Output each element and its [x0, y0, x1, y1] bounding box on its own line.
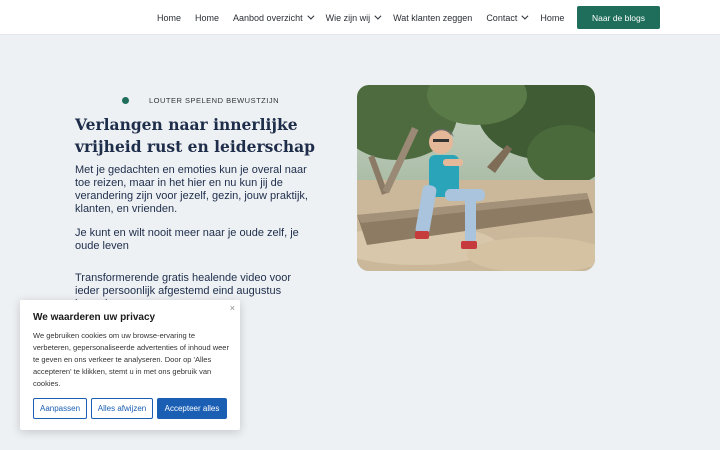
nav-item-aanbod-overzicht[interactable]: Aanbod overzicht [233, 12, 315, 23]
chevron-down-icon [306, 12, 315, 20]
main-nav: Home Home Aanbod overzicht Wie zijn wij … [157, 0, 578, 35]
hero-photo [357, 85, 595, 271]
nav-item-home-1[interactable]: Home [157, 13, 181, 23]
eyebrow-text: LOUTER SPELEND BEWUSTZIJN [149, 96, 280, 105]
nav-item-wie-zijn-wij[interactable]: Wie zijn wij [325, 12, 382, 23]
nav-item-label: Wie zijn wij [325, 12, 371, 23]
chevron-down-icon [521, 12, 529, 20]
nav-item-label: Wat klanten zeggen [393, 12, 473, 23]
cookie-body: We gebruiken cookies om uw browse-ervari… [33, 331, 229, 388]
reject-all-button[interactable]: Alles afwijzen [91, 398, 153, 419]
nav-item-label: Home [540, 12, 565, 23]
hero-eyebrow: LOUTER SPELEND BEWUSTZIJN [122, 96, 279, 105]
bullet-dot-icon [122, 97, 129, 104]
nav-item-home-2[interactable]: Home [195, 13, 219, 23]
blogs-button[interactable]: Naar de blogs [577, 6, 660, 29]
cookie-title: We waarderen uw privacy [33, 312, 156, 323]
nav-item-label: Home [157, 12, 182, 23]
chevron-down-icon [374, 12, 382, 20]
close-icon[interactable]: × [230, 303, 235, 313]
hero-paragraph-1: Met je gedachten en emoties kun je overa… [75, 164, 308, 215]
nav-item-contact[interactable]: Contact [486, 12, 529, 23]
hero-paragraph-2: Je kunt en wilt nooit meer naar je oude … [75, 227, 299, 252]
nav-item-label: Home [195, 12, 220, 23]
cookie-consent-dialog: × We waarderen uw privacy We gebruiken c… [20, 300, 240, 430]
nav-item-label: Contact [486, 12, 518, 23]
customize-button[interactable]: Aanpassen [33, 398, 87, 419]
site-header: Home Home Aanbod overzicht Wie zijn wij … [0, 0, 720, 35]
nav-item-wat-klanten-zeggen[interactable]: Wat klanten zeggen [393, 13, 472, 23]
hero-title: Verlangen naar innerlijke vrijheid rust … [75, 115, 315, 156]
nav-item-label: Aanbod overzicht [233, 12, 303, 23]
nav-item-home-3[interactable]: Home [540, 13, 564, 23]
accept-all-button[interactable]: Accepteer alles [157, 398, 227, 419]
photo-illustration [357, 85, 595, 271]
